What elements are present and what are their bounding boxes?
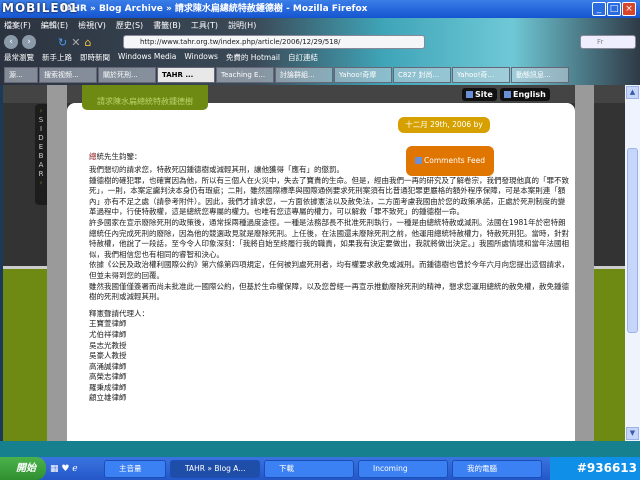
sidebar-letter: R — [38, 170, 44, 178]
english-button[interactable]: English — [500, 88, 550, 101]
right-decor — [594, 266, 625, 441]
paragraph: 許多國家在宣示廢除死刑的政策後，通常採兩種過度途徑。一種是法務部長不批准死刑執行… — [89, 217, 569, 259]
tab[interactable]: 關於死刑... — [98, 67, 156, 83]
post-date: 十二月 29th, 2006 by tahr — [398, 117, 490, 145]
comments-feed-label: Comments Feed — [424, 156, 485, 165]
signer: 王寶萱律師 — [89, 319, 127, 329]
bookmarks-bar: 最常瀏覽 新手上路 即時新聞 Windows Media Windows 免費的… — [4, 52, 318, 64]
tab[interactable]: Yahoo!奇... — [452, 67, 510, 83]
home-icon[interactable]: ⌂ — [84, 36, 91, 49]
sidebar-letter: S — [38, 116, 44, 124]
tab[interactable]: 動態訊息... — [511, 67, 569, 83]
menu-history[interactable]: 歷史(S) — [116, 20, 143, 32]
page-content: › S I D E B A R ‹ 請求陳水扁總統特赦鍾德樹 Site Engl… — [3, 85, 625, 441]
english-label: English — [513, 90, 546, 99]
scroll-up-arrow[interactable]: ▲ — [626, 86, 639, 99]
signer: 吳志光教授 — [89, 340, 127, 350]
bookmark-item[interactable]: 自訂連結 — [288, 52, 318, 64]
taskbar-item[interactable]: Incoming — [358, 459, 448, 478]
article-text: 我們懇切的請求您，特赦死囚鍾德樹或減輕其刑，讓他獲得「應有」的懲罰。 鍾德樹的確… — [89, 165, 569, 404]
english-icon — [504, 91, 511, 98]
site-feed-button[interactable]: Site — [462, 88, 497, 101]
paragraph: 鍾德樹的確犯罪，也確實因為他，所以有三個人在火災中，失去了寶貴的生命。但是，經由… — [89, 175, 569, 217]
url-input[interactable]: http://www.tahr.org.tw/index.php/article… — [123, 35, 425, 49]
feed-icon — [415, 157, 423, 164]
signer: 顧立雄律師 — [89, 393, 127, 403]
paragraph: 依據《公民及政治權利國際公約》第六條第四項規定，任何被判處死刑者，均有權要求赦免… — [89, 260, 569, 280]
menu-bar: 檔案(F) 編輯(E) 檢視(V) 歷史(S) 書籤(B) 工具(T) 說明(H… — [4, 20, 256, 32]
maximize-button[interactable]: □ — [607, 2, 621, 16]
tab-active[interactable]: TAHR ... — [157, 67, 215, 83]
window-title: TAHR » Blog Archive » 請求陳水扁總統特赦鍾德樹 - Moz… — [60, 4, 368, 14]
sidebar-letter: E — [38, 143, 44, 151]
start-button[interactable]: 開始 — [0, 457, 46, 480]
bookmark-item[interactable]: Windows Media — [118, 52, 176, 64]
menu-file[interactable]: 檔案(F) — [4, 20, 31, 32]
title-bar: TAHR » Blog Archive » 請求陳水扁總統特赦鍾德樹 - Moz… — [0, 0, 640, 18]
back-button[interactable]: ‹ — [4, 35, 18, 49]
signer: 吳豪人教授 — [89, 351, 127, 361]
taskbar-item-active[interactable]: TAHR » Blog A... — [170, 459, 260, 478]
bookmark-item[interactable]: 最常瀏覽 — [4, 52, 34, 64]
tab-strip: 源... 搜索视频... 關於死刑... TAHR ... Teaching E… — [0, 67, 640, 84]
article-body: 總統先生鈞鑒： — [89, 151, 409, 162]
menu-bookmarks[interactable]: 書籤(B) — [153, 20, 181, 32]
sidebar-letter: B — [38, 152, 44, 160]
system-tray: #936613 — [550, 457, 640, 480]
signer: 羅秉成律師 — [89, 382, 127, 392]
feed-icon — [466, 91, 473, 98]
signer: 高涌誠律師 — [89, 361, 127, 371]
paragraph: 雖然我國僅僅簽署而尚未批准此一國際公約，但基於生命權保障，以及您曾經一再宣示推動… — [89, 281, 569, 302]
scrollbar-thumb[interactable] — [627, 148, 638, 333]
search-input[interactable]: Fr — [580, 35, 636, 49]
tab[interactable]: C827 封尚... — [393, 67, 451, 83]
menu-tools[interactable]: 工具(T) — [191, 20, 218, 32]
salutation: 總統先生鈞鑒： — [89, 152, 142, 161]
sidebar-letter: A — [38, 161, 44, 169]
bookmark-item[interactable]: 即時新聞 — [80, 52, 110, 64]
bookmark-item[interactable]: Windows — [184, 52, 217, 64]
taskbar-item[interactable]: 主音量 — [104, 459, 166, 478]
tab[interactable]: 討論群組... — [275, 67, 333, 83]
taskbar-item[interactable]: 下載 — [264, 459, 354, 478]
taskbar-item[interactable]: 我的電腦 — [452, 459, 542, 478]
bookmark-item[interactable]: 新手上路 — [42, 52, 72, 64]
sidebar-letter: I — [39, 125, 43, 133]
tab[interactable]: 搜索视频... — [39, 67, 97, 83]
taskbar: 開始 ▦ ♥ ℯ 主音量 TAHR » Blog A... 下載 Incomin… — [0, 457, 640, 480]
signers-title: 釋憲聲請代理人： — [89, 308, 149, 318]
left-border — [47, 85, 67, 441]
signer: 尤伯祥律師 — [89, 329, 127, 339]
signer: 高榮志律師 — [89, 372, 127, 382]
post-title-tab[interactable]: 請求陳水扁總統特赦鍾德樹 — [82, 85, 208, 110]
minimize-button[interactable]: _ — [592, 2, 606, 16]
close-button[interactable]: × — [622, 2, 636, 16]
tab[interactable]: 源... — [4, 67, 38, 83]
stop-icon[interactable]: ✕ — [71, 36, 80, 49]
quick-launch-icons[interactable]: ▦ ♥ ℯ — [50, 464, 100, 474]
reload-icon[interactable]: ↻ — [58, 36, 67, 49]
tab[interactable]: Teaching E... — [216, 67, 274, 83]
right-border — [575, 85, 594, 441]
paragraph: 我們懇切的請求您，特赦死囚鍾德樹或減輕其刑，讓他獲得「應有」的懲罰。 — [89, 165, 344, 174]
tab[interactable]: Yahoo!奇摩 — [334, 67, 392, 83]
forward-button[interactable]: › — [22, 35, 36, 49]
site-label: Site — [475, 90, 493, 99]
menu-view[interactable]: 檢視(V) — [78, 20, 106, 32]
bookmark-item[interactable]: 免費的 Hotmail — [226, 52, 280, 64]
menu-help[interactable]: 說明(H) — [228, 20, 256, 32]
watermark-logo: MOBILE01 — [2, 1, 79, 15]
menu-edit[interactable]: 編輯(E) — [41, 20, 68, 32]
sidebar-letter: D — [38, 134, 44, 142]
status-bar — [0, 441, 640, 457]
left-decor — [3, 266, 47, 441]
scroll-down-arrow[interactable]: ▼ — [626, 427, 639, 440]
sidebar-toggle[interactable]: › S I D E B A R ‹ — [35, 104, 47, 205]
